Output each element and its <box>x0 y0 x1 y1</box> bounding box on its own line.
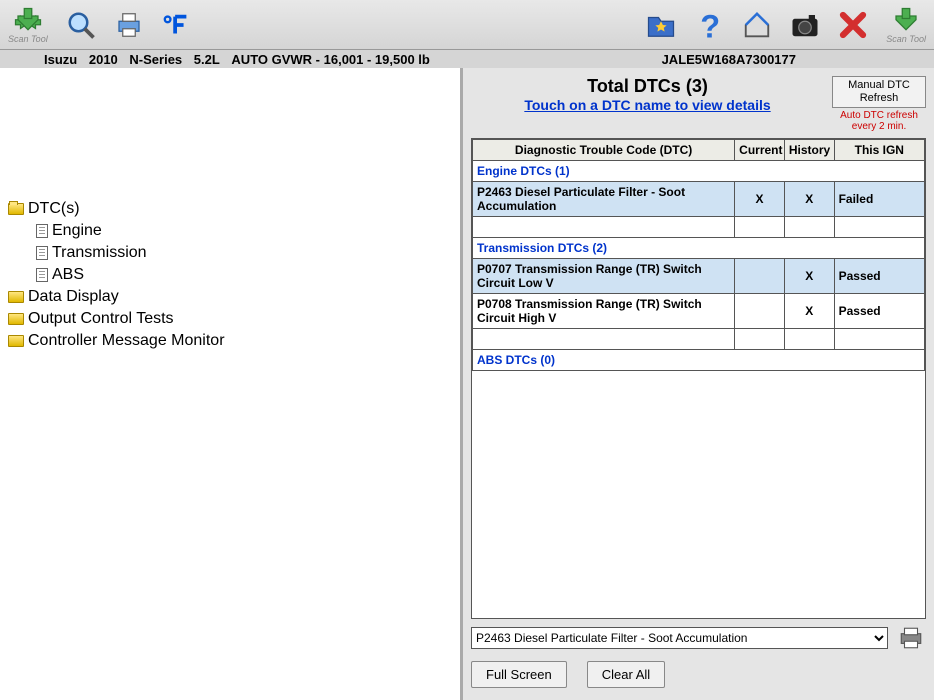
folder-icon <box>8 335 24 347</box>
document-icon <box>36 246 48 260</box>
document-icon <box>36 224 48 238</box>
document-icon <box>36 268 48 282</box>
help-button[interactable]: ? <box>694 10 724 40</box>
download-arrow-icon <box>891 6 921 36</box>
auto-refresh-note: Auto DTC refresh every 2 min. <box>832 110 926 132</box>
nav-tree: DTC(s) Engine Transmission ABS Data Disp… <box>0 68 460 700</box>
search-button[interactable] <box>66 10 96 40</box>
section-abs[interactable]: ABS DTCs (0) <box>473 350 925 371</box>
scan-tool-left-button[interactable]: Scan Tool <box>8 6 48 44</box>
printer-icon <box>114 10 144 40</box>
section-trans[interactable]: Transmission DTCs (2) <box>473 238 925 259</box>
col-current: Current <box>735 140 785 161</box>
col-code: Diagnostic Trouble Code (DTC) <box>473 140 735 161</box>
scan-tool-right-button[interactable]: Scan Tool <box>886 6 926 44</box>
download-arrow-icon <box>13 6 43 36</box>
dtc-row-p0708[interactable]: P0708 Transmission Range (TR) Switch Cir… <box>473 294 925 329</box>
tree-abs[interactable]: ABS <box>8 264 460 286</box>
folder-star-icon <box>646 10 676 40</box>
folder-icon <box>8 291 24 303</box>
question-icon: ? <box>694 10 724 40</box>
dtc-table: Diagnostic Trouble Code (DTC) Current Hi… <box>472 139 925 371</box>
home-icon <box>742 10 772 40</box>
tree-data-display[interactable]: Data Display <box>8 286 460 308</box>
folder-open-icon <box>8 203 24 215</box>
vehicle-info-bar: Isuzu 2010 N-Series 5.2L AUTO GVWR - 16,… <box>0 50 934 68</box>
vehicle-trans: AUTO GVWR - 16,001 - 19,500 lb <box>231 52 429 67</box>
camera-button[interactable] <box>790 10 820 40</box>
vehicle-vin: JALE5W168A7300177 <box>662 52 796 67</box>
home-button[interactable] <box>742 10 772 40</box>
clear-all-button[interactable]: Clear All <box>587 661 665 688</box>
toolbar: Scan Tool ? Scan Tool <box>0 0 934 50</box>
dtc-row-p2463[interactable]: P2463 Diesel Particulate Filter - Soot A… <box>473 182 925 217</box>
vehicle-engine: 5.2L <box>194 52 220 67</box>
dtc-panel: Total DTCs (3) Touch on a DTC name to vi… <box>463 68 934 700</box>
tree-ctrl-msg-monitor[interactable]: Controller Message Monitor <box>8 330 460 352</box>
col-history: History <box>784 140 834 161</box>
camera-icon <box>790 10 820 40</box>
tree-output-tests[interactable]: Output Control Tests <box>8 308 460 330</box>
print-button[interactable] <box>114 10 144 40</box>
vehicle-model: N-Series <box>129 52 182 67</box>
col-ign: This IGN <box>834 140 924 161</box>
magnifier-icon <box>66 10 96 40</box>
temperature-button[interactable] <box>162 10 192 40</box>
close-x-icon <box>838 10 868 40</box>
folder-icon <box>8 313 24 325</box>
manual-refresh-button[interactable]: Manual DTC Refresh <box>832 76 926 108</box>
total-dtcs-title: Total DTCs (3) <box>471 76 824 97</box>
dtc-select[interactable]: P2463 Diesel Particulate Filter - Soot A… <box>471 627 888 649</box>
tree-dtcs[interactable]: DTC(s) <box>8 198 460 220</box>
svg-text:?: ? <box>701 10 721 40</box>
close-button[interactable] <box>838 10 868 40</box>
vehicle-make: Isuzu <box>44 52 77 67</box>
section-engine[interactable]: Engine DTCs (1) <box>473 161 925 182</box>
print-small-icon[interactable] <box>896 625 926 651</box>
full-screen-button[interactable]: Full Screen <box>471 661 567 688</box>
tree-engine[interactable]: Engine <box>8 220 460 242</box>
tree-transmission[interactable]: Transmission <box>8 242 460 264</box>
touch-hint-link[interactable]: Touch on a DTC name to view details <box>524 97 770 113</box>
favorites-button[interactable] <box>646 10 676 40</box>
fahrenheit-icon <box>162 10 192 40</box>
dtc-row-p0707[interactable]: P0707 Transmission Range (TR) Switch Cir… <box>473 259 925 294</box>
vehicle-year: 2010 <box>89 52 118 67</box>
